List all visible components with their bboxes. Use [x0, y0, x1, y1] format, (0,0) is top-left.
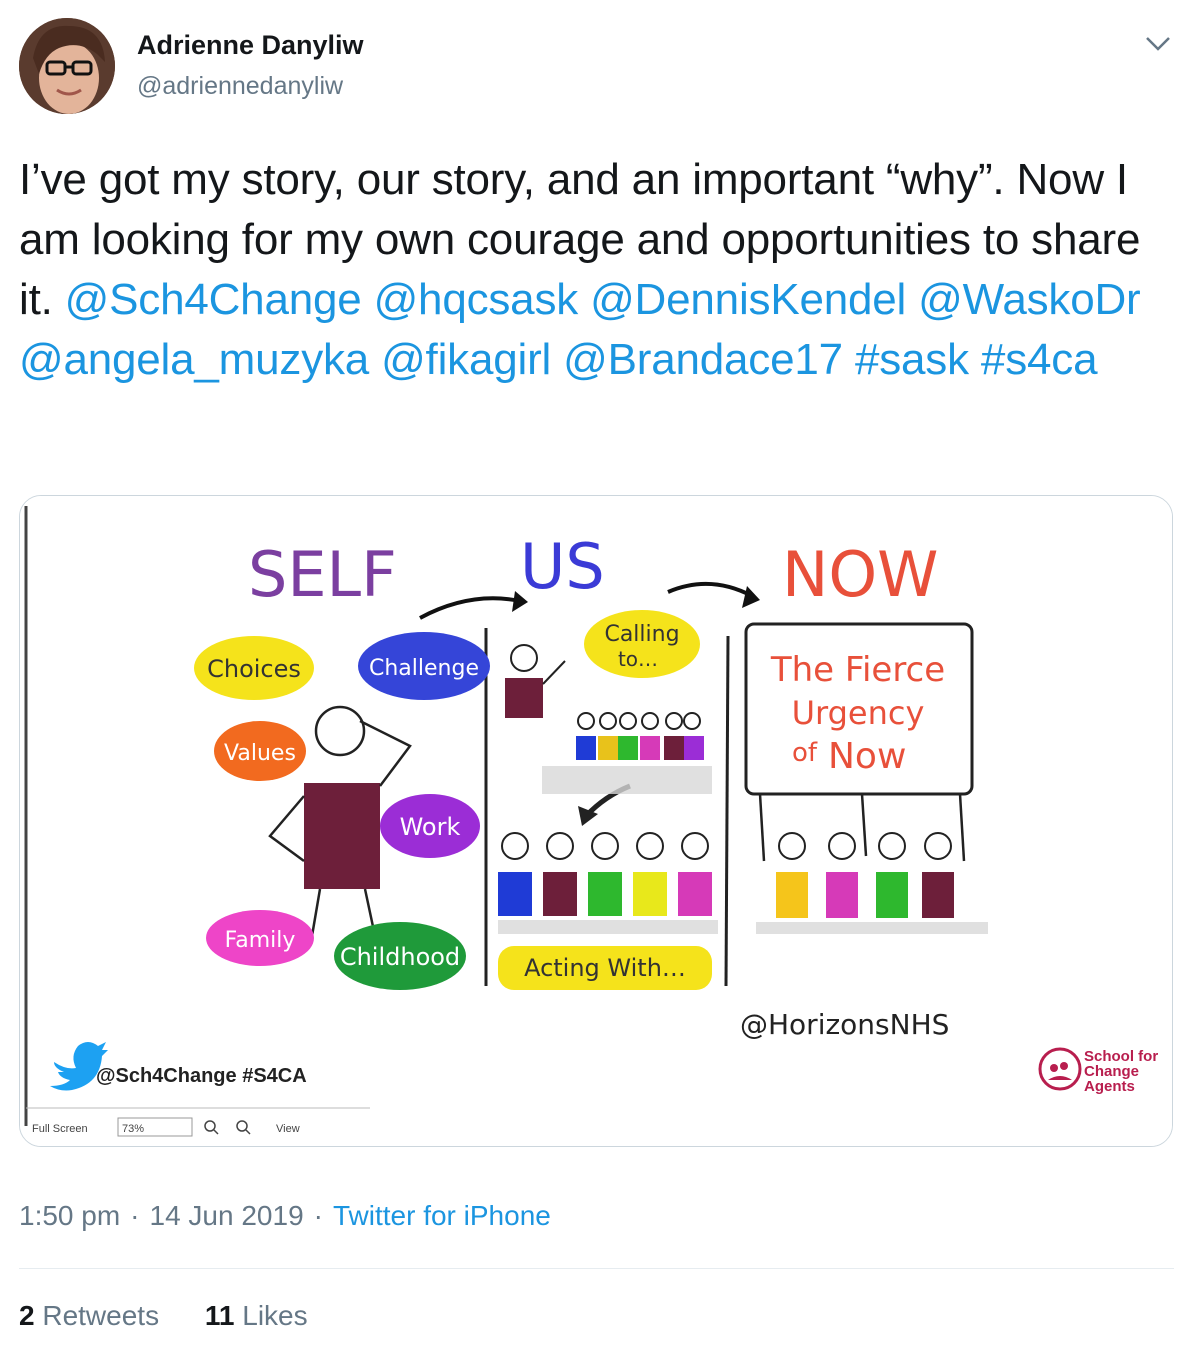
hashtag-link[interactable]: #sask	[855, 335, 969, 384]
mention-link[interactable]: @angela_muzyka	[19, 335, 369, 384]
divider	[19, 1268, 1174, 1269]
retweets-label: Retweets	[42, 1300, 160, 1331]
now-sign-line2: Urgency	[792, 694, 925, 732]
retweets-count: 2	[19, 1300, 35, 1331]
avatar[interactable]	[19, 18, 115, 114]
likes-label: Likes	[242, 1300, 308, 1331]
mention-link[interactable]: @Sch4Change	[65, 275, 362, 324]
tweet-date[interactable]: 14 Jun 2019	[150, 1200, 304, 1231]
slide-footer-left: @Sch4Change #S4CA	[96, 1065, 307, 1087]
school-logo-icon	[1038, 1047, 1082, 1091]
calling-line1: Calling	[604, 622, 679, 647]
mention-link[interactable]: @hqcsask	[374, 275, 579, 324]
now-sign-of: of	[792, 738, 818, 768]
bubble-values: Values	[224, 741, 296, 766]
likes-stat[interactable]: 11 Likes	[205, 1300, 308, 1332]
mention-link[interactable]: @fikagirl	[381, 335, 551, 384]
school-logo-line3: Agents	[1084, 1078, 1135, 1095]
toolbar-zoom: 73%	[122, 1123, 144, 1135]
horizons-credit: @HorizonsNHS	[740, 1008, 949, 1041]
now-sign-line1: The Fierce	[770, 650, 945, 690]
bubble-challenge: Challenge	[369, 656, 479, 681]
chevron-down-icon[interactable]	[1141, 28, 1175, 58]
tweet-text: I’ve got my story, our story, and an imp…	[19, 150, 1179, 390]
acting-with-label: Acting With…	[524, 954, 686, 982]
tweet-media-image[interactable]: SELF US NOW Choices Challenge Values Wor…	[19, 495, 1173, 1147]
tweet-meta: 1:50 pm · 14 Jun 2019 · Twitter for iPhone	[19, 1200, 551, 1231]
retweets-stat[interactable]: 2 Retweets	[19, 1300, 159, 1332]
bubble-childhood: Childhood	[340, 943, 460, 971]
hashtag-link[interactable]: #s4ca	[981, 335, 1098, 384]
heading-self: SELF	[248, 538, 397, 611]
toolbar-full-screen: Full Screen	[32, 1123, 88, 1135]
bubble-work: Work	[400, 813, 461, 841]
bubble-family: Family	[225, 928, 296, 953]
toolbar-view: View	[276, 1123, 300, 1135]
now-sign-now: Now	[828, 736, 906, 777]
tweet-time[interactable]: 1:50 pm	[19, 1200, 120, 1231]
heading-now: NOW	[782, 538, 938, 611]
bubble-choices: Choices	[207, 655, 301, 683]
likes-count: 11	[204, 1300, 235, 1331]
author-name[interactable]: Adrienne Danyliw	[137, 30, 364, 61]
tweet-stats: 2 Retweets 11 Likes	[19, 1300, 346, 1332]
avatar-image	[19, 18, 115, 114]
mention-link[interactable]: @WaskoDr	[918, 275, 1141, 324]
heading-us: US	[520, 530, 605, 603]
mention-link[interactable]: @DennisKendel	[590, 275, 906, 324]
tweet-source[interactable]: Twitter for iPhone	[333, 1200, 551, 1231]
mention-link[interactable]: @Brandace17	[563, 335, 843, 384]
calling-line2: to…	[618, 647, 658, 671]
author-handle[interactable]: @adriennedanyliw	[137, 72, 343, 101]
